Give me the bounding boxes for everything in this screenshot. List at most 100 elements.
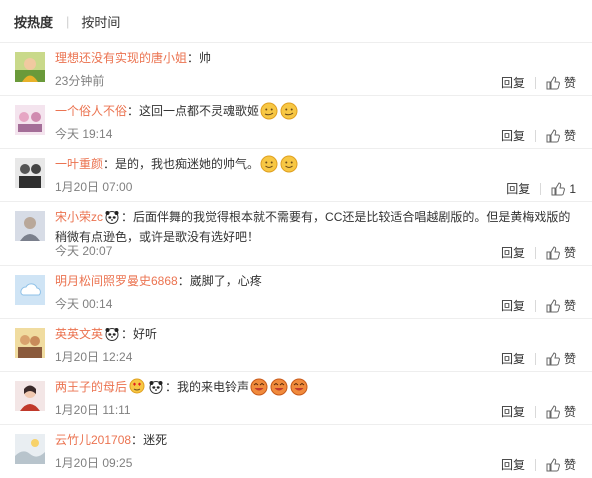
comment-item: 一个俗人不俗：这回一点都不灵魂歌姬 今天 19:14 回复 赞 (0, 95, 592, 148)
laughing-emoji-icon (290, 378, 308, 396)
username-link[interactable]: 理想还没有实现的唐小姐 (55, 51, 187, 65)
comment-time: 1月20日 09:25 (55, 456, 133, 470)
sort-separator: | (66, 13, 70, 29)
smile-emoji-icon (260, 155, 278, 173)
like-label: 赞 (563, 246, 576, 260)
comment-item: 英英文英 ：好听 1月20日 12:24 回复 赞 (0, 318, 592, 371)
like-button[interactable]: 赞 (546, 244, 576, 261)
reply-button[interactable]: 回复 (506, 180, 530, 197)
thumbs-up-icon (546, 75, 560, 89)
comment-actions: 回复 赞 (501, 244, 576, 261)
like-button[interactable]: 赞 (546, 297, 576, 314)
like-button[interactable]: 赞 (546, 74, 576, 91)
colon: ： (177, 274, 190, 288)
avatar[interactable] (15, 275, 45, 305)
colon: ： (187, 51, 200, 65)
comment-time: 今天 19:14 (55, 127, 113, 141)
reply-button[interactable]: 回复 (501, 297, 525, 314)
comment-actions: 回复 赞 (501, 456, 576, 473)
avatar[interactable] (15, 328, 45, 358)
like-button[interactable]: 1 (551, 182, 576, 196)
comment-time: 1月20日 12:24 (55, 350, 133, 364)
reply-button[interactable]: 回复 (501, 350, 525, 367)
username-link[interactable]: 宋小荣zc (55, 210, 103, 224)
username-link[interactable]: 明月松间照罗曼史6868 (55, 274, 178, 288)
comment-item: 两王子的母后 ：我的来电铃声 1月20日 11:11 回复 赞 (0, 371, 592, 424)
comment-body: 帅 (199, 51, 212, 65)
comment-actions: 回复 赞 (501, 127, 576, 144)
thumbs-up-icon (546, 245, 560, 259)
action-divider (534, 352, 536, 365)
like-button[interactable]: 赞 (546, 456, 576, 473)
comment-list: 理想还没有实现的唐小姐：帅 23分钟前 回复 赞 一个俗人不俗：这回一点都不灵魂… (0, 42, 592, 477)
like-label: 赞 (563, 76, 576, 90)
comment-body: 迷死 (143, 433, 168, 447)
like-label: 赞 (563, 352, 576, 366)
thumbs-up-icon (546, 457, 560, 471)
comment-actions: 回复 赞 (501, 350, 576, 367)
comment-text: 一叶重颜：是的，我也痴迷她的帅气。 (55, 154, 576, 174)
comment-text: 明月松间照罗曼史6868：崴脚了，心疼 (55, 271, 576, 291)
avatar[interactable] (15, 381, 45, 411)
colon: ： (165, 380, 178, 394)
like-button[interactable]: 赞 (546, 127, 576, 144)
comment-time: 1月20日 07:00 (55, 180, 133, 194)
comment-item: 理想还没有实现的唐小姐：帅 23分钟前 回复 赞 (0, 42, 592, 95)
username-link[interactable]: 英英文英 (55, 327, 103, 341)
like-label: 赞 (563, 129, 576, 143)
comment-actions: 回复 赞 (501, 297, 576, 314)
thumbs-up-icon (546, 351, 560, 365)
colon: ： (121, 327, 134, 341)
comment-item: 明月松间照罗曼史6868：崴脚了，心疼 今天 00:14 回复 赞 (0, 265, 592, 318)
reply-button[interactable]: 回复 (501, 403, 525, 420)
comment-item: 云竹儿201708：迷死 1月20日 09:25 回复 赞 (0, 424, 592, 477)
reply-button[interactable]: 回复 (501, 456, 525, 473)
panda-icon (105, 328, 119, 341)
heart-eyes-emoji-icon (129, 378, 145, 394)
avatar[interactable] (15, 52, 45, 82)
sort-by-time[interactable]: 按时间 (81, 12, 120, 31)
comment-item: 宋小荣zc ：后面伴舞的我觉得根本就不需要有，CC还是比较适合唱越剧版的。但是黄梅… (0, 201, 592, 265)
smile-emoji-icon (280, 155, 298, 173)
thumbs-up-icon (546, 298, 560, 312)
panda-icon (105, 211, 119, 224)
sort-bar: 按热度 | 按时间 (0, 0, 592, 42)
reply-button[interactable]: 回复 (501, 244, 525, 261)
thumbs-up-icon (546, 128, 560, 142)
comment-text: 英英文英 ：好听 (55, 324, 576, 344)
reply-button[interactable]: 回复 (501, 127, 525, 144)
like-button[interactable]: 赞 (546, 350, 576, 367)
comment-text: 理想还没有实现的唐小姐：帅 (55, 48, 576, 68)
comment-body: 后面伴舞的我觉得根本就不需要有，CC还是比较适合唱越剧版的。但是黄梅戏版的稍微有… (55, 210, 571, 244)
thumbs-up-icon (546, 404, 560, 418)
username-link[interactable]: 一叶重颜 (55, 157, 103, 171)
comment-body: 这回一点都不灵魂歌姬 (139, 104, 260, 118)
like-button[interactable]: 赞 (546, 403, 576, 420)
username-link[interactable]: 云竹儿201708 (55, 433, 131, 447)
thumbs-up-icon (551, 181, 566, 195)
colon: ： (121, 210, 134, 224)
avatar[interactable] (15, 211, 45, 241)
sort-by-hot[interactable]: 按热度 (14, 12, 53, 31)
laughing-emoji-icon (250, 378, 268, 396)
username-link[interactable]: 两王子的母后 (55, 380, 127, 394)
reply-button[interactable]: 回复 (501, 74, 525, 91)
like-count: 1 (569, 181, 576, 196)
like-label: 赞 (563, 405, 576, 419)
action-divider (540, 182, 542, 195)
comment-actions: 回复 1 (506, 180, 576, 197)
avatar[interactable] (15, 158, 45, 188)
laughing-emoji-icon (270, 378, 288, 396)
username-link[interactable]: 一个俗人不俗 (55, 104, 127, 118)
comment-body: 好听 (133, 327, 158, 341)
comment-text: 一个俗人不俗：这回一点都不灵魂歌姬 (55, 101, 576, 121)
colon: ： (103, 157, 116, 171)
comment-text: 宋小荣zc ：后面伴舞的我觉得根本就不需要有，CC还是比较适合唱越剧版的。但是黄梅… (55, 207, 576, 247)
action-divider (534, 458, 536, 471)
avatar[interactable] (15, 105, 45, 135)
panda-icon (149, 381, 163, 394)
avatar[interactable] (15, 434, 45, 464)
action-divider (534, 76, 536, 89)
colon: ： (131, 433, 144, 447)
comment-actions: 回复 赞 (501, 403, 576, 420)
